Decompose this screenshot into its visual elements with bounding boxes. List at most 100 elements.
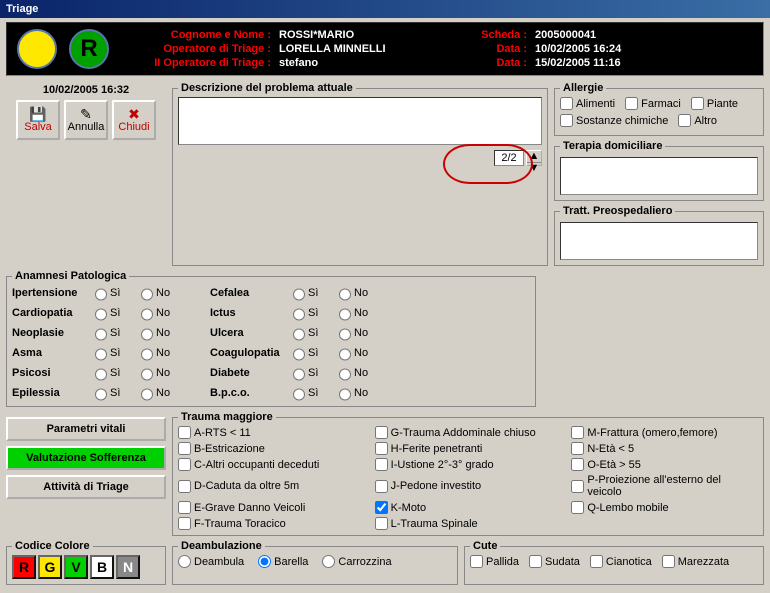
sofferenza-button[interactable]: Valutazione Sofferenza [6, 446, 166, 470]
checkbox[interactable] [375, 480, 388, 493]
checkbox[interactable] [375, 458, 388, 471]
trauma-q[interactable]: Q-Lembo mobile [571, 501, 758, 514]
anam-b.p.c.o.-si[interactable] [293, 388, 305, 401]
anam-ulcera-no[interactable] [339, 328, 351, 341]
checkbox[interactable] [178, 480, 191, 493]
checkbox[interactable] [571, 480, 584, 493]
anam-diabete-si[interactable] [293, 368, 305, 381]
checkbox[interactable] [375, 501, 388, 514]
trauma-d[interactable]: D-Caduta da oltre 5m [178, 474, 365, 498]
checkbox[interactable] [178, 517, 191, 530]
checkbox[interactable] [178, 501, 191, 514]
radio[interactable] [322, 555, 335, 568]
allergie-altro[interactable]: Altro [678, 114, 717, 127]
trauma-k[interactable]: K-Moto [375, 501, 562, 514]
checkbox[interactable] [560, 114, 573, 127]
anam-cefalea-no[interactable] [339, 288, 351, 301]
anam-ipertensione-no[interactable] [141, 288, 153, 301]
anam-asma-no[interactable] [141, 348, 153, 361]
trauma-h[interactable]: H-Ferite penetranti [375, 442, 562, 455]
terapia-text[interactable] [560, 157, 758, 195]
tratt-text[interactable] [560, 222, 758, 260]
deamb-deambula[interactable]: Deambula [178, 555, 244, 568]
anam-coagulopatia-si[interactable] [293, 348, 305, 361]
annulla-button[interactable]: ✎Annulla [64, 100, 108, 140]
checkbox[interactable] [375, 426, 388, 439]
checkbox[interactable] [470, 555, 483, 568]
anam-asma-si[interactable] [95, 348, 107, 361]
checkbox[interactable] [560, 97, 573, 110]
codice-V[interactable]: V [64, 555, 88, 579]
parametri-button[interactable]: Parametri vitali [6, 417, 166, 441]
checkbox[interactable] [178, 458, 191, 471]
spinner-down-icon[interactable]: ▼ [527, 163, 541, 174]
deamb-barella[interactable]: Barella [258, 555, 308, 568]
checkbox[interactable] [375, 517, 388, 530]
trauma-b[interactable]: B-Estricazione [178, 442, 365, 455]
anam-ictus-no[interactable] [339, 308, 351, 321]
chiudi-button[interactable]: ✖Chiudi [112, 100, 156, 140]
cute-sudata[interactable]: Sudata [529, 555, 580, 568]
allergie-farmaci[interactable]: Farmaci [625, 97, 681, 110]
allergie-sostanze-chimiche[interactable]: Sostanze chimiche [560, 114, 668, 127]
anam-epilessia-no[interactable] [141, 388, 153, 401]
trauma-g[interactable]: G-Trauma Addominale chiuso [375, 426, 562, 439]
anam-neoplasie-no[interactable] [141, 328, 153, 341]
trauma-a[interactable]: A-RTS < 11 [178, 426, 365, 439]
trauma-l[interactable]: L-Trauma Spinale [375, 517, 562, 530]
trauma-n[interactable]: N-Età < 5 [571, 442, 758, 455]
anam-cardiopatia-no[interactable] [141, 308, 153, 321]
checkbox[interactable] [529, 555, 542, 568]
checkbox[interactable] [571, 458, 584, 471]
checkbox[interactable] [178, 442, 191, 455]
checkbox[interactable] [678, 114, 691, 127]
codice-N[interactable]: N [116, 555, 140, 579]
anam-coagulopatia-no[interactable] [339, 348, 351, 361]
anam-ulcera-si[interactable] [293, 328, 305, 341]
trauma-e[interactable]: E-Grave Danno Veicoli [178, 501, 365, 514]
trauma-f[interactable]: F-Trauma Toracico [178, 517, 365, 530]
checkbox[interactable] [178, 426, 191, 439]
anam-psicosi-si[interactable] [95, 368, 107, 381]
trauma-m[interactable]: M-Frattura (omero,femore) [571, 426, 758, 439]
checkbox[interactable] [625, 97, 638, 110]
trauma-o[interactable]: O-Età > 55 [571, 458, 758, 471]
radio[interactable] [178, 555, 191, 568]
anam-ictus-si[interactable] [293, 308, 305, 321]
checkbox[interactable] [571, 442, 584, 455]
cute-marezzata[interactable]: Marezzata [662, 555, 729, 568]
codice-G[interactable]: G [38, 555, 62, 579]
deamb-carrozzina[interactable]: Carrozzina [322, 555, 391, 568]
anam-cardiopatia-si[interactable] [95, 308, 107, 321]
codice-R[interactable]: R [12, 555, 36, 579]
anam-neoplasie-si[interactable] [95, 328, 107, 341]
cute-cianotica[interactable]: Cianotica [590, 555, 652, 568]
checkbox[interactable] [571, 426, 584, 439]
radio[interactable] [258, 555, 271, 568]
page-spinner[interactable]: ▲▼ [526, 150, 542, 166]
checkbox[interactable] [375, 442, 388, 455]
anam-epilessia-si[interactable] [95, 388, 107, 401]
salva-button[interactable]: 💾Salva [16, 100, 60, 140]
anam-psicosi-no[interactable] [141, 368, 153, 381]
codice-fieldset: Codice Colore RGVBN [6, 540, 166, 585]
anam-b.p.c.o.-no[interactable] [339, 388, 351, 401]
allergie-piante[interactable]: Piante [691, 97, 738, 110]
trauma-c[interactable]: C-Altri occupanti deceduti [178, 458, 365, 471]
trauma-p[interactable]: P-Proiezione all'esterno del veicolo [571, 474, 758, 498]
trauma-j[interactable]: J-Pedone investito [375, 474, 562, 498]
anam-ipertensione-si[interactable] [95, 288, 107, 301]
anam-cefalea-si[interactable] [293, 288, 305, 301]
codice-B[interactable]: B [90, 555, 114, 579]
attivita-button[interactable]: Attività di Triage [6, 475, 166, 499]
trauma-i[interactable]: I-Ustione 2°-3° grado [375, 458, 562, 471]
checkbox[interactable] [691, 97, 704, 110]
anam-diabete-no[interactable] [339, 368, 351, 381]
checkbox[interactable] [571, 501, 584, 514]
cute-pallida[interactable]: Pallida [470, 555, 519, 568]
allergie-alimenti[interactable]: Alimenti [560, 97, 615, 110]
descrizione-textarea[interactable] [178, 97, 542, 145]
checkbox[interactable] [662, 555, 675, 568]
descrizione-legend: Descrizione del problema attuale [178, 82, 356, 94]
checkbox[interactable] [590, 555, 603, 568]
